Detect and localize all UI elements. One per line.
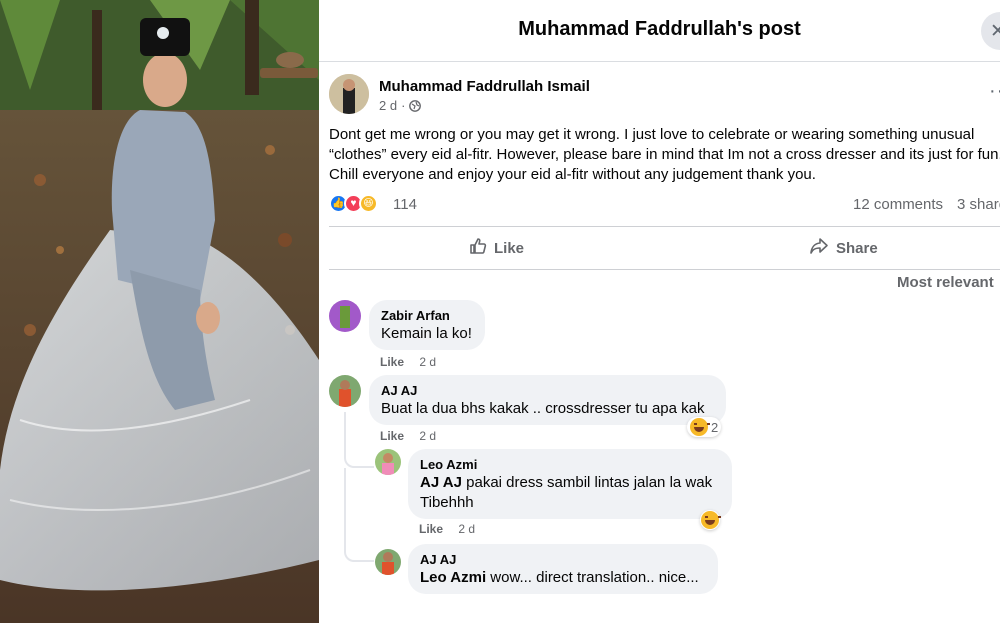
haha-reaction-icon: 😆 (359, 194, 378, 213)
comment-item: AJ AJ Buat la dua bhs kakak .. crossdres… (329, 375, 749, 445)
comment-author[interactable]: AJ AJ (381, 383, 714, 398)
dialog-title: Muhammad Faddrullah's post (518, 18, 801, 40)
reply-author[interactable]: Leo Azmi (420, 457, 720, 472)
comment-like-button[interactable]: Like (380, 429, 404, 443)
post-action-bar: Like Share (329, 226, 1000, 270)
comment-text: Buat la dua bhs kakak .. crossdresser tu… (381, 400, 705, 417)
post-meta: 2 d · (379, 98, 422, 113)
avatar[interactable] (375, 449, 401, 475)
comment-reaction-count: 2 (711, 419, 719, 435)
haha-reaction-icon (701, 511, 721, 529)
comment-bubble: AJ AJ Buat la dua bhs kakak .. crossdres… (369, 375, 726, 425)
globe-icon (409, 99, 422, 112)
reply-actions: Like 2 d (419, 522, 475, 536)
reactions-summary: 👍 ♥ 😆 114 12 comments 3 shares (329, 194, 1000, 216)
reply-item: AJ AJ Leo Azmi wow... direct translation… (375, 544, 755, 604)
haha-reaction-icon (690, 418, 710, 436)
comment-sort-dropdown[interactable]: Most relevant (897, 274, 994, 291)
share-button-label: Share (836, 239, 878, 257)
reply-text: Leo Azmi wow... direct translation.. nic… (420, 568, 706, 588)
dialog-header: Muhammad Faddrullah's post ✕ (319, 0, 1000, 62)
like-button[interactable]: Like (469, 227, 524, 269)
reply-text-body: pakai dress sambil lintas jalan la wak T… (420, 474, 713, 511)
reply-bubble: Leo Azmi AJ AJ pakai dress sambil lintas… (408, 449, 732, 519)
reaction-count[interactable]: 114 (393, 196, 417, 213)
reply-text: AJ AJ pakai dress sambil lintas jalan la… (420, 473, 720, 513)
comment-reaction-summary[interactable]: 2 (687, 417, 722, 437)
comment-actions: Like 2 d (380, 355, 436, 369)
share-button[interactable]: Share (809, 227, 878, 269)
post-time[interactable]: 2 d (379, 98, 397, 113)
like-button-label: Like (494, 239, 525, 257)
mention-tag[interactable]: AJ AJ (420, 474, 462, 491)
author-avatar[interactable] (329, 74, 369, 114)
shares-count[interactable]: 3 shares (957, 196, 1000, 213)
comment-actions: Like 2 d (380, 429, 436, 443)
reply-like-button[interactable]: Like (419, 522, 443, 536)
comment-time[interactable]: 2 d (419, 355, 436, 369)
reply-thread-line (344, 412, 374, 468)
thumbs-up-icon (469, 237, 487, 259)
share-arrow-icon (809, 237, 829, 259)
reaction-icons[interactable]: 👍 ♥ 😆 (329, 194, 378, 213)
avatar[interactable] (375, 549, 401, 575)
comments-count[interactable]: 12 comments (853, 196, 943, 213)
post-dialog: Muhammad Faddrullah's post ✕ Muhammad Fa… (319, 0, 1000, 623)
reply-bubble: AJ AJ Leo Azmi wow... direct translation… (408, 544, 718, 594)
screenshot-root: Muhammad Faddrullah's post ✕ Muhammad Fa… (0, 0, 1000, 623)
mention-tag[interactable]: Leo Azmi (420, 569, 486, 586)
post-body-text: Dont get me wrong or you may get it wron… (329, 126, 1000, 183)
reply-time[interactable]: 2 d (458, 522, 475, 536)
reply-thread-line (344, 468, 374, 562)
comment-author[interactable]: Zabir Arfan (381, 308, 473, 323)
reply-reaction-summary[interactable] (700, 510, 721, 530)
reply-text-body: wow... direct translation.. nice... (486, 569, 699, 586)
reply-item: Leo Azmi AJ AJ pakai dress sambil lintas… (375, 449, 755, 539)
comment-text: Kemain la ko! (381, 325, 472, 342)
post-author-row: Muhammad Faddrullah Ismail 2 d · ··· (329, 74, 1000, 118)
reply-author[interactable]: AJ AJ (420, 552, 706, 567)
avatar[interactable] (329, 375, 361, 407)
avatar[interactable] (329, 300, 361, 332)
post-photo-scene (0, 0, 319, 623)
close-icon: ✕ (990, 20, 1000, 42)
comment-time[interactable]: 2 d (419, 429, 436, 443)
comment-like-button[interactable]: Like (380, 355, 404, 369)
comment-item: Zabir Arfan Kemain la ko! Like 2 d (329, 300, 729, 370)
post-photo[interactable] (0, 0, 319, 623)
post-author-name[interactable]: Muhammad Faddrullah Ismail (379, 78, 590, 95)
comment-bubble: Zabir Arfan Kemain la ko! (369, 300, 485, 350)
more-options-icon[interactable]: ··· (989, 81, 1000, 101)
